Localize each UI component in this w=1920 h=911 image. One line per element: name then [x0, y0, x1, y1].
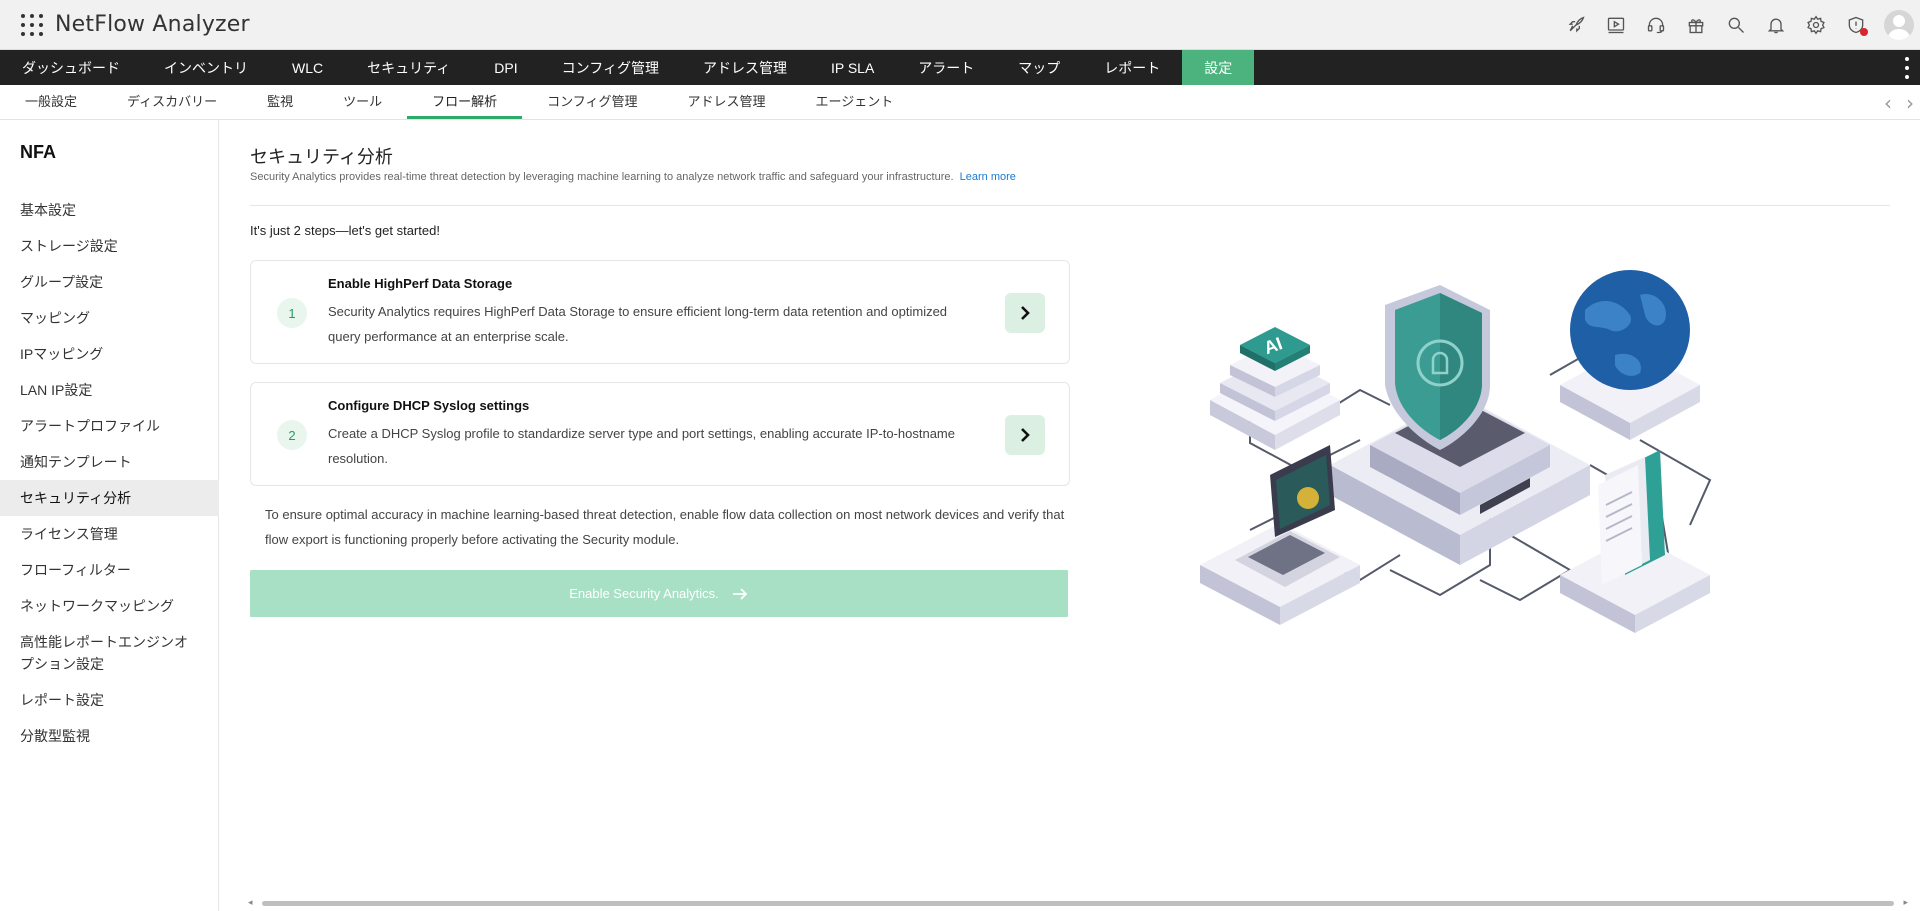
sidebar-item-flow-filters[interactable]: フローフィルター: [0, 552, 219, 588]
main-navigation: ダッシュボード インベントリ WLC セキュリティ DPI コンフィグ管理 アド…: [0, 50, 1920, 85]
more-vertical-icon[interactable]: [1904, 57, 1910, 79]
sidebar-item-alert-profiles[interactable]: アラートプロファイル: [0, 408, 219, 444]
page-description: Security Analytics provides real-time th…: [250, 171, 1016, 183]
header-divider: [250, 205, 1890, 206]
subtab-tools[interactable]: ツール: [318, 85, 407, 119]
scrollbar-thumb[interactable]: [262, 901, 1894, 906]
intro-text: It's just 2 steps—let's get started!: [250, 223, 440, 238]
sidebar-item-distributed-monitoring[interactable]: 分散型監視: [0, 718, 219, 754]
top-header: NetFlow Analyzer: [0, 0, 1920, 50]
chevron-right-icon: [1021, 306, 1030, 320]
subtab-discovery[interactable]: ディスカバリー: [102, 85, 242, 119]
sidebar-item-ip-mapping[interactable]: IPマッピング: [0, 336, 219, 372]
chevron-left-icon[interactable]: ‹: [1884, 91, 1892, 115]
page-title: セキュリティ分析: [250, 147, 393, 167]
nav-config-management[interactable]: コンフィグ管理: [540, 50, 681, 85]
sidebar-item-notification-templates[interactable]: 通知テンプレート: [0, 444, 219, 480]
step-next-button[interactable]: [1005, 293, 1045, 333]
enable-button-label: Enable Security Analytics.: [569, 586, 719, 601]
chevron-right-icon: [1021, 428, 1030, 442]
arrow-right-icon: [732, 587, 748, 600]
rocket-icon[interactable]: [1564, 13, 1588, 37]
nav-dashboard[interactable]: ダッシュボード: [0, 50, 142, 85]
description-text: Security Analytics provides real-time th…: [250, 171, 954, 183]
nav-maps[interactable]: マップ: [996, 50, 1082, 85]
sidebar-item-report-settings[interactable]: レポート設定: [0, 682, 219, 718]
security-network-illustration: AI: [1200, 270, 1712, 633]
search-icon[interactable]: [1724, 13, 1748, 37]
alert-indicator-dot: [1860, 28, 1868, 36]
video-icon[interactable]: [1604, 13, 1628, 37]
nav-reports[interactable]: レポート: [1082, 50, 1182, 85]
nav-wlc[interactable]: WLC: [270, 50, 345, 85]
chevron-right-icon[interactable]: ›: [1906, 91, 1914, 115]
accuracy-note: To ensure optimal accuracy in machine le…: [265, 507, 1065, 547]
horizontal-scrollbar[interactable]: ◂ ▸: [248, 897, 1908, 908]
sub-navigation: 一般設定 ディスカバリー 監視 ツール フロー解析 コンフィグ管理 アドレス管理…: [0, 85, 1920, 120]
sidebar-item-basic-settings[interactable]: 基本設定: [0, 192, 219, 228]
nav-alerts[interactable]: アラート: [896, 50, 996, 85]
learn-more-link[interactable]: Learn more: [960, 171, 1016, 183]
step-title: Configure DHCP Syslog settings: [328, 398, 530, 413]
sidebar-item-license-management[interactable]: ライセンス管理: [0, 516, 219, 552]
step-description: Create a DHCP Syslog profile to standard…: [328, 426, 955, 466]
nav-inventory[interactable]: インベントリ: [142, 50, 270, 85]
sidebar-menu: 基本設定 ストレージ設定 グループ設定 マッピング IPマッピング LAN IP…: [0, 192, 219, 754]
sidebar-item-storage-settings[interactable]: ストレージ設定: [0, 228, 219, 264]
gift-icon[interactable]: [1684, 13, 1708, 37]
step-title: Enable HighPerf Data Storage: [328, 276, 513, 291]
gear-icon[interactable]: [1804, 13, 1828, 37]
step-card-dhcp-syslog: 2 Configure DHCP Syslog settings Create …: [250, 382, 1070, 486]
sidebar-item-lan-ip-settings[interactable]: LAN IP設定: [0, 372, 219, 408]
app-title: NetFlow Analyzer: [55, 12, 250, 37]
nav-ip-sla[interactable]: IP SLA: [809, 50, 896, 85]
step-card-highperf-storage: 1 Enable HighPerf Data Storage Security …: [250, 260, 1070, 364]
enable-security-analytics-button[interactable]: Enable Security Analytics.: [250, 570, 1068, 617]
apps-grid-icon[interactable]: [21, 13, 43, 36]
step-description: Security Analytics requires HighPerf Dat…: [328, 304, 948, 344]
subnav-scroll-arrows: ‹ ›: [1870, 85, 1914, 120]
subtab-agents[interactable]: エージェント: [791, 85, 919, 119]
settings-sidebar: NFA 基本設定 ストレージ設定 グループ設定 マッピング IPマッピング LA…: [0, 120, 219, 911]
subtab-config-management[interactable]: コンフィグ管理: [522, 85, 662, 119]
user-avatar[interactable]: [1884, 10, 1914, 40]
scroll-right-arrow-icon[interactable]: ▸: [1903, 897, 1908, 908]
nav-settings[interactable]: 設定: [1182, 50, 1255, 85]
scroll-left-arrow-icon[interactable]: ◂: [248, 897, 253, 908]
step-number: 2: [277, 420, 307, 450]
subtab-monitoring[interactable]: 監視: [242, 85, 318, 119]
nav-security[interactable]: セキュリティ: [345, 50, 472, 85]
subtab-general-settings[interactable]: 一般設定: [0, 85, 102, 119]
step-number: 1: [277, 298, 307, 328]
sidebar-item-security-analytics[interactable]: セキュリティ分析: [0, 480, 219, 516]
subtab-flow-analysis[interactable]: フロー解析: [407, 85, 523, 119]
nav-address-management[interactable]: アドレス管理: [681, 50, 809, 85]
headset-icon[interactable]: [1644, 13, 1668, 37]
subtab-address-management[interactable]: アドレス管理: [663, 85, 791, 119]
header-icon-bar: [1564, 0, 1920, 50]
alert-shield-icon[interactable]: [1844, 13, 1868, 37]
sidebar-item-highperf-report-engine[interactable]: 高性能レポートエンジンオプション設定: [0, 624, 219, 682]
sidebar-title: NFA: [20, 142, 56, 162]
sidebar-item-mapping[interactable]: マッピング: [0, 300, 219, 336]
main-content: セキュリティ分析 Security Analytics provides rea…: [220, 120, 1920, 911]
nav-dpi[interactable]: DPI: [472, 50, 539, 85]
bell-icon[interactable]: [1764, 13, 1788, 37]
step-next-button[interactable]: [1005, 415, 1045, 455]
sidebar-item-network-mapping[interactable]: ネットワークマッピング: [0, 588, 219, 624]
sidebar-item-group-settings[interactable]: グループ設定: [0, 264, 219, 300]
